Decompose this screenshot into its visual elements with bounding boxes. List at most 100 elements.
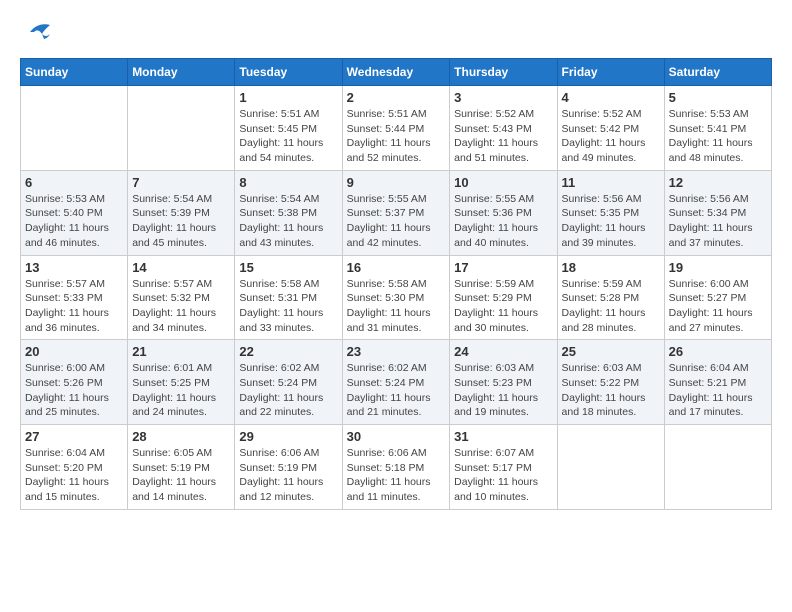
- day-info: Sunrise: 6:07 AMSunset: 5:17 PMDaylight:…: [454, 446, 552, 505]
- calendar-cell: 3 Sunrise: 5:52 AMSunset: 5:43 PMDaylight…: [450, 86, 557, 171]
- day-number: 30: [347, 429, 446, 444]
- day-info: Sunrise: 5:55 AMSunset: 5:37 PMDaylight:…: [347, 192, 446, 251]
- calendar-cell: 5 Sunrise: 5:53 AMSunset: 5:41 PMDaylight…: [664, 86, 771, 171]
- calendar-cell: [21, 86, 128, 171]
- calendar-cell: 24Sunrise: 6:03 AMSunset: 5:23 PMDayligh…: [450, 340, 557, 425]
- day-info: Sunrise: 6:03 AMSunset: 5:23 PMDaylight:…: [454, 361, 552, 420]
- day-number: 19: [669, 260, 767, 275]
- calendar-header-sunday: Sunday: [21, 59, 128, 86]
- day-number: 13: [25, 260, 123, 275]
- day-number: 26: [669, 344, 767, 359]
- day-info: Sunrise: 6:00 AMSunset: 5:26 PMDaylight:…: [25, 361, 123, 420]
- day-info: Sunrise: 5:59 AMSunset: 5:28 PMDaylight:…: [562, 277, 660, 336]
- calendar-cell: 8Sunrise: 5:54 AMSunset: 5:38 PMDaylight…: [235, 170, 342, 255]
- page-header: [20, 20, 772, 42]
- calendar-cell: 31 Sunrise: 6:07 AMSunset: 5:17 PMDayligh…: [450, 425, 557, 510]
- day-info: Sunrise: 5:52 AMSunset: 5:43 PMDaylight:…: [454, 107, 552, 166]
- calendar-table: SundayMondayTuesdayWednesdayThursdayFrid…: [20, 58, 772, 510]
- day-info: Sunrise: 6:02 AMSunset: 5:24 PMDaylight:…: [347, 361, 446, 420]
- day-number: 23: [347, 344, 446, 359]
- calendar-cell: 12Sunrise: 5:56 AMSunset: 5:34 PMDayligh…: [664, 170, 771, 255]
- calendar-cell: 4 Sunrise: 5:52 AMSunset: 5:42 PMDaylight…: [557, 86, 664, 171]
- calendar-week-row: 1Sunrise: 5:51 AMSunset: 5:45 PMDaylight…: [21, 86, 772, 171]
- calendar-header-monday: Monday: [128, 59, 235, 86]
- day-number: 5: [669, 90, 767, 105]
- calendar-cell: 20Sunrise: 6:00 AMSunset: 5:26 PMDayligh…: [21, 340, 128, 425]
- calendar-header-thursday: Thursday: [450, 59, 557, 86]
- day-number: 31: [454, 429, 552, 444]
- calendar-cell: 22 Sunrise: 6:02 AMSunset: 5:24 PMDayligh…: [235, 340, 342, 425]
- day-number: 11: [562, 175, 660, 190]
- day-info: Sunrise: 5:56 AMSunset: 5:35 PMDaylight:…: [562, 192, 660, 251]
- calendar-cell: 1Sunrise: 5:51 AMSunset: 5:45 PMDaylight…: [235, 86, 342, 171]
- calendar-cell: 25 Sunrise: 6:03 AMSunset: 5:22 PMDayligh…: [557, 340, 664, 425]
- day-number: 14: [132, 260, 230, 275]
- calendar-cell: 14 Sunrise: 5:57 AMSunset: 5:32 PMDayligh…: [128, 255, 235, 340]
- day-info: Sunrise: 5:56 AMSunset: 5:34 PMDaylight:…: [669, 192, 767, 251]
- calendar-cell: [664, 425, 771, 510]
- day-number: 21: [132, 344, 230, 359]
- day-info: Sunrise: 5:59 AMSunset: 5:29 PMDaylight:…: [454, 277, 552, 336]
- calendar-cell: 19 Sunrise: 6:00 AMSunset: 5:27 PMDayligh…: [664, 255, 771, 340]
- calendar-header-row: SundayMondayTuesdayWednesdayThursdayFrid…: [21, 59, 772, 86]
- day-info: Sunrise: 5:52 AMSunset: 5:42 PMDaylight:…: [562, 107, 660, 166]
- calendar-cell: 21 Sunrise: 6:01 AMSunset: 5:25 PMDayligh…: [128, 340, 235, 425]
- day-info: Sunrise: 5:54 AMSunset: 5:38 PMDaylight:…: [239, 192, 337, 251]
- calendar-cell: [128, 86, 235, 171]
- day-number: 29: [239, 429, 337, 444]
- calendar-cell: 30Sunrise: 6:06 AMSunset: 5:18 PMDayligh…: [342, 425, 450, 510]
- logo-bird-icon: [22, 20, 54, 42]
- calendar-cell: 7Sunrise: 5:54 AMSunset: 5:39 PMDaylight…: [128, 170, 235, 255]
- calendar-header-tuesday: Tuesday: [235, 59, 342, 86]
- day-number: 15: [239, 260, 337, 275]
- calendar-cell: 6 Sunrise: 5:53 AMSunset: 5:40 PMDaylight…: [21, 170, 128, 255]
- day-number: 17: [454, 260, 552, 275]
- logo: [20, 20, 54, 42]
- calendar-cell: 16 Sunrise: 5:58 AMSunset: 5:30 PMDayligh…: [342, 255, 450, 340]
- calendar-cell: 26Sunrise: 6:04 AMSunset: 5:21 PMDayligh…: [664, 340, 771, 425]
- day-number: 28: [132, 429, 230, 444]
- calendar-cell: 11 Sunrise: 5:56 AMSunset: 5:35 PMDayligh…: [557, 170, 664, 255]
- day-info: Sunrise: 6:00 AMSunset: 5:27 PMDaylight:…: [669, 277, 767, 336]
- day-info: Sunrise: 6:01 AMSunset: 5:25 PMDaylight:…: [132, 361, 230, 420]
- calendar-cell: 29Sunrise: 6:06 AMSunset: 5:19 PMDayligh…: [235, 425, 342, 510]
- day-info: Sunrise: 5:51 AMSunset: 5:44 PMDaylight:…: [347, 107, 446, 166]
- calendar-cell: 13Sunrise: 5:57 AMSunset: 5:33 PMDayligh…: [21, 255, 128, 340]
- day-info: Sunrise: 6:03 AMSunset: 5:22 PMDaylight:…: [562, 361, 660, 420]
- calendar-cell: 10Sunrise: 5:55 AMSunset: 5:36 PMDayligh…: [450, 170, 557, 255]
- day-info: Sunrise: 5:53 AMSunset: 5:41 PMDaylight:…: [669, 107, 767, 166]
- day-number: 4: [562, 90, 660, 105]
- day-info: Sunrise: 6:02 AMSunset: 5:24 PMDaylight:…: [239, 361, 337, 420]
- calendar-week-row: 20Sunrise: 6:00 AMSunset: 5:26 PMDayligh…: [21, 340, 772, 425]
- calendar-cell: 28 Sunrise: 6:05 AMSunset: 5:19 PMDayligh…: [128, 425, 235, 510]
- logo-combined: [20, 20, 54, 42]
- day-number: 25: [562, 344, 660, 359]
- calendar-cell: [557, 425, 664, 510]
- day-number: 18: [562, 260, 660, 275]
- calendar-week-row: 13Sunrise: 5:57 AMSunset: 5:33 PMDayligh…: [21, 255, 772, 340]
- day-info: Sunrise: 5:51 AMSunset: 5:45 PMDaylight:…: [239, 107, 337, 166]
- day-info: Sunrise: 5:53 AMSunset: 5:40 PMDaylight:…: [25, 192, 123, 251]
- day-number: 6: [25, 175, 123, 190]
- day-number: 9: [347, 175, 446, 190]
- calendar-cell: 17 Sunrise: 5:59 AMSunset: 5:29 PMDayligh…: [450, 255, 557, 340]
- day-info: Sunrise: 6:04 AMSunset: 5:20 PMDaylight:…: [25, 446, 123, 505]
- day-number: 22: [239, 344, 337, 359]
- calendar-cell: 2 Sunrise: 5:51 AMSunset: 5:44 PMDaylight…: [342, 86, 450, 171]
- day-number: 2: [347, 90, 446, 105]
- calendar-week-row: 27Sunrise: 6:04 AMSunset: 5:20 PMDayligh…: [21, 425, 772, 510]
- calendar-cell: 23 Sunrise: 6:02 AMSunset: 5:24 PMDayligh…: [342, 340, 450, 425]
- calendar-cell: 27Sunrise: 6:04 AMSunset: 5:20 PMDayligh…: [21, 425, 128, 510]
- day-info: Sunrise: 6:05 AMSunset: 5:19 PMDaylight:…: [132, 446, 230, 505]
- calendar-header-saturday: Saturday: [664, 59, 771, 86]
- day-info: Sunrise: 5:57 AMSunset: 5:32 PMDaylight:…: [132, 277, 230, 336]
- day-number: 7: [132, 175, 230, 190]
- calendar-cell: 15 Sunrise: 5:58 AMSunset: 5:31 PMDayligh…: [235, 255, 342, 340]
- calendar-cell: 9 Sunrise: 5:55 AMSunset: 5:37 PMDaylight…: [342, 170, 450, 255]
- day-number: 3: [454, 90, 552, 105]
- calendar-header-wednesday: Wednesday: [342, 59, 450, 86]
- day-info: Sunrise: 5:55 AMSunset: 5:36 PMDaylight:…: [454, 192, 552, 251]
- day-info: Sunrise: 5:58 AMSunset: 5:31 PMDaylight:…: [239, 277, 337, 336]
- day-number: 16: [347, 260, 446, 275]
- day-info: Sunrise: 5:58 AMSunset: 5:30 PMDaylight:…: [347, 277, 446, 336]
